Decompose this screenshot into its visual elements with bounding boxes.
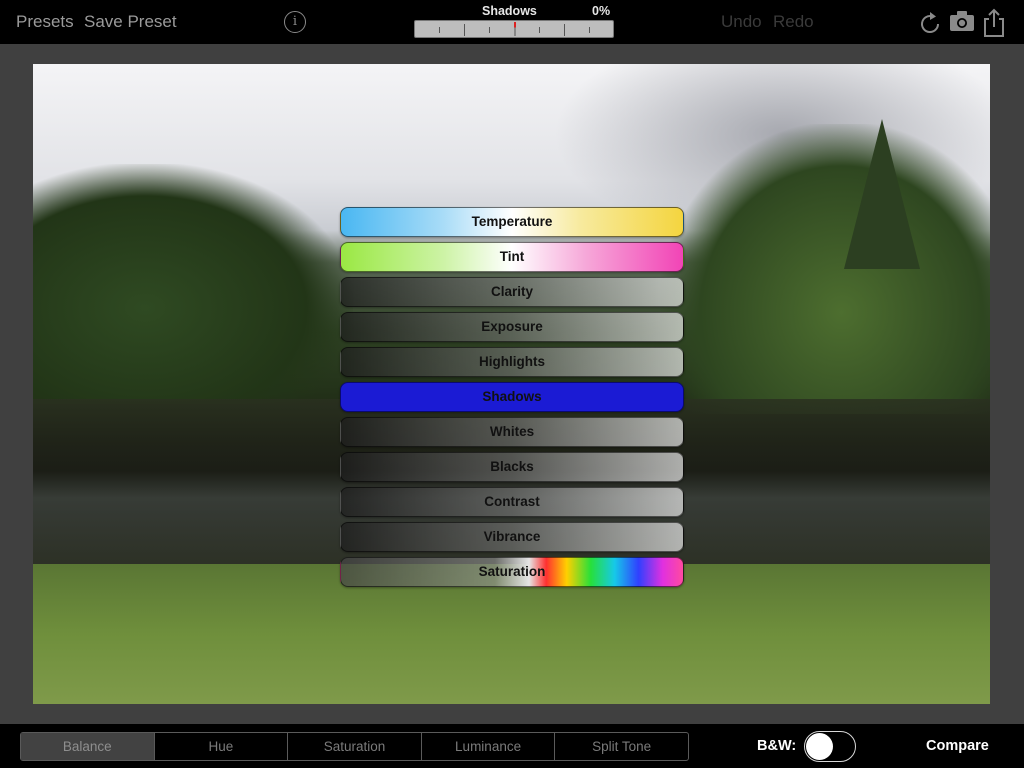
bottom-toolbar: Balance Hue Saturation Luminance Split T… — [0, 724, 1024, 768]
slider-tick — [464, 24, 465, 36]
rotate-icon[interactable] — [918, 8, 944, 36]
exposure-label: Exposure — [481, 319, 543, 334]
adjustment-name: Shadows — [482, 4, 537, 18]
slider-tick — [439, 27, 440, 33]
camera-icon[interactable] — [948, 8, 976, 34]
highlights-label: Highlights — [479, 354, 545, 369]
compare-button[interactable]: Compare — [926, 738, 989, 754]
toggle-knob — [806, 733, 833, 760]
highlights-button[interactable]: Highlights — [340, 347, 684, 377]
tab-balance[interactable]: Balance — [21, 733, 155, 760]
tint-label: Tint — [499, 249, 525, 264]
tab-split-tone[interactable]: Split Tone — [555, 733, 688, 760]
share-icon[interactable] — [982, 8, 1006, 38]
tab-hue[interactable]: Hue — [155, 733, 289, 760]
clarity-label: Clarity — [490, 284, 534, 299]
forest-right — [660, 124, 990, 414]
slider-tick — [489, 27, 490, 33]
adjustment-value: 0% — [592, 4, 611, 18]
presets-button[interactable]: Presets — [16, 12, 74, 32]
shadows-label: Shadows — [482, 389, 542, 404]
pine-tree — [844, 119, 920, 269]
mode-segmented-control: Balance Hue Saturation Luminance Split T… — [20, 732, 689, 761]
vibrance-button[interactable]: Vibrance — [340, 522, 684, 552]
slider-needle[interactable] — [514, 22, 516, 36]
top-toolbar: Presets Save Preset i Shadows 0% Undo Re… — [0, 0, 1024, 44]
tab-luminance[interactable]: Luminance — [422, 733, 556, 760]
whites-button[interactable]: Whites — [340, 417, 684, 447]
blacks-button[interactable]: Blacks — [340, 452, 684, 482]
temperature-label: Temperature — [471, 214, 553, 229]
vibrance-label: Vibrance — [483, 529, 541, 544]
saturation-label: Saturation — [478, 564, 546, 579]
save-preset-button[interactable]: Save Preset — [84, 12, 177, 32]
slider-tick — [539, 27, 540, 33]
tab-saturation[interactable]: Saturation — [288, 733, 422, 760]
shadows-button[interactable]: Shadows — [340, 382, 684, 412]
tint-button[interactable]: Tint — [340, 242, 684, 272]
info-icon[interactable]: i — [284, 11, 306, 33]
saturation-button[interactable]: Saturation — [340, 557, 684, 587]
bw-toggle[interactable] — [804, 731, 856, 762]
undo-button[interactable]: Undo — [721, 12, 762, 32]
forest-left — [33, 164, 353, 404]
contrast-button[interactable]: Contrast — [340, 487, 684, 517]
adjustment-slider[interactable] — [414, 20, 614, 38]
whites-label: Whites — [489, 424, 535, 439]
exposure-button[interactable]: Exposure — [340, 312, 684, 342]
blacks-label: Blacks — [490, 459, 534, 474]
temperature-button[interactable]: Temperature — [340, 207, 684, 237]
clarity-button[interactable]: Clarity — [340, 277, 684, 307]
contrast-label: Contrast — [484, 494, 540, 509]
bw-label: B&W: — [757, 738, 797, 754]
slider-tick — [564, 24, 565, 36]
slider-tick — [589, 27, 590, 33]
redo-button[interactable]: Redo — [773, 12, 814, 32]
